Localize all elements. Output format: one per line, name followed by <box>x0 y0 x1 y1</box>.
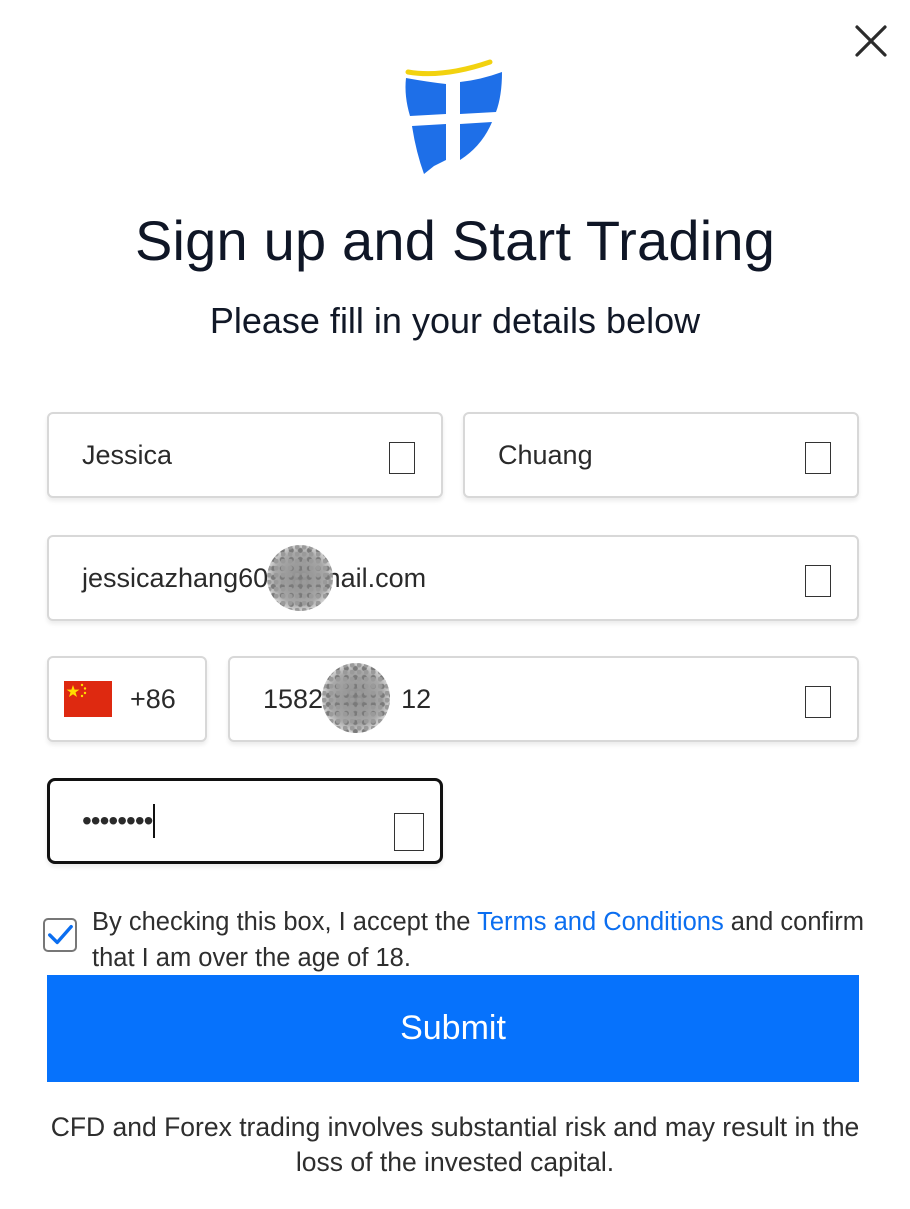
china-flag-icon <box>64 681 112 717</box>
field-indicator-icon <box>805 686 831 718</box>
first-name-value: Jessica <box>82 439 173 470</box>
email-field[interactable]: jessicazhang60 mail.com <box>47 535 859 621</box>
submit-button[interactable]: Submit <box>47 975 859 1082</box>
text-caret <box>153 804 156 838</box>
country-code-value: +86 <box>130 683 176 714</box>
field-indicator-icon <box>805 565 831 597</box>
email-value: jessicazhang60 mail.com <box>82 562 427 593</box>
checkmark-icon <box>48 924 73 945</box>
last-name-field[interactable]: Chuang <box>463 412 859 498</box>
redaction-blur <box>322 663 390 733</box>
close-button[interactable] <box>850 20 892 62</box>
close-icon <box>855 25 887 57</box>
terms-checkbox[interactable] <box>43 918 77 952</box>
redaction-blur <box>267 545 333 611</box>
first-name-field[interactable]: Jessica <box>47 412 443 498</box>
page-title: Sign up and Start Trading <box>134 209 776 272</box>
field-indicator-icon <box>394 813 424 851</box>
field-indicator-icon <box>805 442 831 474</box>
risk-disclaimer: CFD and Forex trading involves substanti… <box>50 1112 860 1177</box>
terms-link[interactable]: Terms and Conditions <box>477 908 724 936</box>
field-indicator-icon <box>389 442 415 474</box>
brand-logo <box>405 59 502 174</box>
page-subtitle: Please fill in your details below <box>209 300 701 341</box>
consent-text: By checking this box, I accept the Terms… <box>92 908 865 972</box>
password-field[interactable]: •••••••• <box>47 778 443 864</box>
last-name-value: Chuang <box>498 439 593 470</box>
country-code-selector[interactable]: +86 <box>47 656 207 742</box>
password-value: •••••••• <box>50 804 156 838</box>
